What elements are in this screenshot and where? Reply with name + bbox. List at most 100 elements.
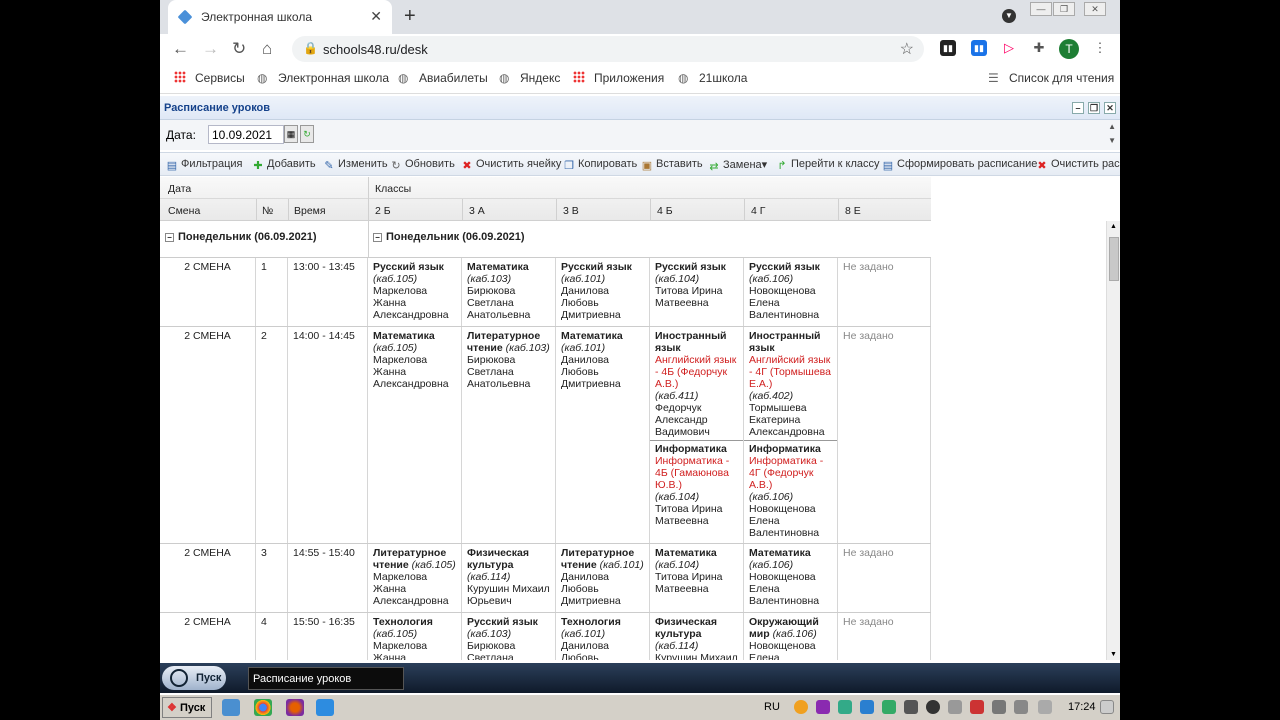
taskbar-window-button[interactable]: Расписание уроков xyxy=(248,667,404,690)
header-class-8e[interactable]: 8 Е xyxy=(845,205,861,217)
close-tab-icon[interactable]: ✕ xyxy=(370,8,382,25)
grid-scrollbar[interactable]: ▲ ▼ xyxy=(1106,221,1120,660)
lesson-cell-3v[interactable]: Русский язык (каб.101) Данилова Любовь Дми… xyxy=(556,258,650,326)
forward-icon[interactable]: → xyxy=(202,39,219,59)
messenger-icon[interactable] xyxy=(316,699,334,716)
address-bar[interactable]: 🔒 schools48.ru/desk ☆ xyxy=(292,36,924,62)
lesson-cell-4b[interactable]: Физическая культура (каб.114) Курушин Миха… xyxy=(650,613,744,660)
collapse-icon[interactable]: − xyxy=(165,233,174,242)
calendar-icon[interactable]: ▦ xyxy=(284,125,298,143)
extension-arrow-icon[interactable]: ▷ xyxy=(1001,40,1017,56)
explorer-icon[interactable] xyxy=(222,699,240,716)
extension-glasses-icon[interactable]: ▮▮ xyxy=(940,40,956,56)
lesson-cell-3a[interactable]: Русский язык (каб.103) Бирюкова Светлана xyxy=(462,613,556,660)
number-cell[interactable]: 2 xyxy=(256,327,288,543)
goto-class-button[interactable]: ↱ Перейти к классу xyxy=(776,158,879,172)
tray-bluetooth-icon[interactable] xyxy=(1014,700,1028,714)
tray-network-icon[interactable] xyxy=(970,700,984,714)
tray-printer-icon[interactable] xyxy=(992,700,1006,714)
date-input[interactable]: 10.09.2021 xyxy=(208,125,284,144)
extensions-puzzle-icon[interactable]: ✚ xyxy=(1031,40,1047,56)
bookmark-yandex[interactable]: ◍ Яндекс xyxy=(499,71,560,85)
filter-button[interactable]: ▤ Фильтрация xyxy=(166,158,243,172)
tray-record-icon[interactable] xyxy=(926,700,940,714)
minimize-window-icon[interactable]: — xyxy=(1030,2,1052,16)
lesson-cell-3v[interactable]: Математика (каб.101) Данилова Любовь Дмитр… xyxy=(556,327,650,543)
bookmark-e-school[interactable]: ◍ Электронная школа xyxy=(257,71,389,85)
bookmark-apps[interactable]: Приложения xyxy=(573,71,664,85)
scroll-up-icon[interactable]: ▲ xyxy=(1110,223,1117,230)
refresh-button[interactable]: ↻ Обновить xyxy=(390,158,454,172)
header-class-4b[interactable]: 4 Б xyxy=(657,205,673,217)
chrome-icon[interactable] xyxy=(254,699,272,716)
new-tab-icon[interactable]: + xyxy=(404,5,416,28)
lesson-cell-2b[interactable]: Литературное чтение (каб.105) Маркелова Ж… xyxy=(368,544,462,612)
lesson-cell-4g[interactable]: Русский язык (каб.106) Новокщенова Елена В… xyxy=(744,258,838,326)
home-icon[interactable]: ⌂ xyxy=(262,39,272,59)
tray-app-icon[interactable] xyxy=(794,700,808,714)
browser-tab[interactable]: Электронная школа ✕ xyxy=(168,0,392,34)
lesson-cell-4b[interactable]: Математика (каб.104) Титова Ирина Матвеевн… xyxy=(650,544,744,612)
tray-onenote-icon[interactable] xyxy=(816,700,830,714)
bookmark-star-icon[interactable]: ☆ xyxy=(900,39,914,59)
lesson-cell-8e-empty[interactable]: Не задано xyxy=(838,613,931,660)
lesson-cell-8e-empty[interactable]: Не задано xyxy=(838,258,931,326)
bookmark-21school[interactable]: ◍ 21школа xyxy=(678,71,747,85)
tray-sync-icon[interactable] xyxy=(838,700,852,714)
header-class-4g[interactable]: 4 Г xyxy=(751,205,765,217)
tab-search-icon[interactable]: ▼ xyxy=(1002,9,1016,23)
window-maximize-icon[interactable]: ❐ xyxy=(1088,102,1100,114)
lesson-cell-4g[interactable]: Окружающий мир (каб.106) Новокщенова Елен… xyxy=(744,613,838,660)
lesson-cell-3a[interactable]: Физическая культура (каб.114) Курушин Миха… xyxy=(462,544,556,612)
number-cell[interactable]: 1 xyxy=(256,258,288,326)
trello-icon[interactable]: ▮▮ xyxy=(971,40,987,56)
windows-start-button[interactable]: ❖ Пуск xyxy=(162,697,212,718)
back-icon[interactable]: ← xyxy=(172,39,189,59)
bookmark-avia[interactable]: ◍ Авиабилеты xyxy=(398,71,488,85)
scroll-up-icon[interactable]: ▲ xyxy=(1108,122,1116,131)
header-class-2b[interactable]: 2 Б xyxy=(375,205,391,217)
time-cell[interactable]: 14:00 - 14:45 xyxy=(288,327,368,543)
restore-window-icon[interactable]: ❐ xyxy=(1053,2,1075,16)
header-time[interactable]: Время xyxy=(294,205,326,217)
scrollbar-thumb[interactable] xyxy=(1109,237,1119,281)
lesson-cell-8e-empty[interactable]: Не задано xyxy=(838,327,931,543)
shift-cell[interactable]: 2 СМЕНА xyxy=(160,544,256,612)
day-group-right[interactable]: − Понедельник (06.09.2021) xyxy=(373,231,525,243)
scroll-down-icon[interactable]: ▼ xyxy=(1110,651,1117,658)
bookmark-services[interactable]: Сервисы xyxy=(174,71,245,85)
language-indicator[interactable]: RU xyxy=(764,701,780,713)
lesson-cell-4g[interactable]: Математика (каб.106) Новокщенова Елена Вал… xyxy=(744,544,838,612)
day-group-row[interactable]: − Понедельник (06.09.2021) − Понедельник (… xyxy=(160,221,1106,257)
shift-cell[interactable]: 2 СМЕНА xyxy=(160,327,256,543)
lesson-cell-4b[interactable]: Иностранный язык Английский язык - 4Б (Ф… xyxy=(650,327,744,543)
window-minimize-icon[interactable]: – xyxy=(1072,102,1084,114)
lesson-cell-4b[interactable]: Русский язык (каб.104) Титова Ирина Матвее… xyxy=(650,258,744,326)
tray-tool-icon[interactable] xyxy=(904,700,918,714)
lesson-cell-3v[interactable]: Технология (каб.101) Данилова Любовь xyxy=(556,613,650,660)
profile-avatar[interactable]: T xyxy=(1059,39,1079,59)
header-class-3a[interactable]: 3 А xyxy=(469,205,485,217)
replace-button[interactable]: ⇄ Замена▾ xyxy=(708,158,767,173)
add-button[interactable]: ✚ Добавить xyxy=(252,158,315,172)
lesson-cell-3a[interactable]: Литературное чтение (каб.103) Бирюкова Св… xyxy=(462,327,556,543)
volume-icon[interactable] xyxy=(1038,700,1052,714)
time-cell[interactable]: 14:55 - 15:40 xyxy=(288,544,368,612)
time-cell[interactable]: 15:50 - 16:35 xyxy=(288,613,368,660)
time-cell[interactable]: 13:00 - 13:45 xyxy=(288,258,368,326)
generate-schedule-button[interactable]: ▤ Сформировать расписание xyxy=(882,158,1038,172)
firefox-icon[interactable] xyxy=(286,699,304,716)
header-shift[interactable]: Смена xyxy=(168,205,200,217)
number-cell[interactable]: 3 xyxy=(256,544,288,612)
collapse-icon[interactable]: − xyxy=(373,233,382,242)
clear-schedule-button[interactable]: ✖ Очистить рас xyxy=(1036,158,1119,172)
header-number[interactable]: № xyxy=(262,205,273,217)
clear-cell-button[interactable]: ✖ Очистить ячейку xyxy=(461,158,561,172)
tray-shield-icon[interactable] xyxy=(882,700,896,714)
lesson-cell-3v[interactable]: Литературное чтение (каб.101) Данилова Лю… xyxy=(556,544,650,612)
window-close-icon[interactable]: ✕ xyxy=(1104,102,1116,114)
tray-screen-icon[interactable] xyxy=(860,700,874,714)
paste-button[interactable]: ▣ Вставить xyxy=(641,158,703,172)
scroll-down-icon[interactable]: ▼ xyxy=(1108,136,1116,145)
header-class-3v[interactable]: 3 В xyxy=(563,205,579,217)
